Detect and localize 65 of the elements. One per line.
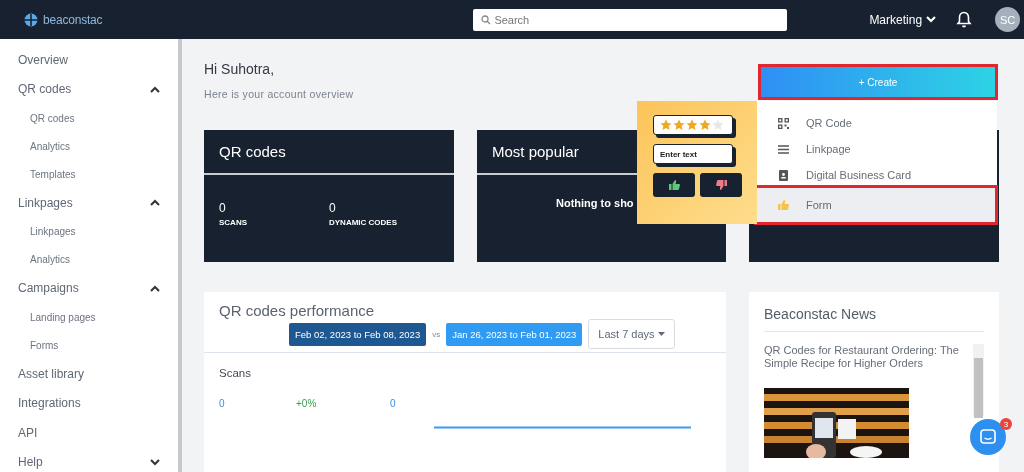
chevron-down-icon[interactable] [150,458,160,466]
empty-message: Nothing to sho [556,197,634,209]
sidebar-item[interactable]: QR codes [18,82,72,97]
sidebar-item[interactable]: Linkpages [18,195,73,210]
caret-icon [657,332,665,336]
greeting-title: Hi Suhotra, [204,61,276,77]
stat-label: SCANS [219,218,248,227]
star-icon [686,119,698,131]
logo-text: beaconstac [43,12,103,27]
card-title: Beaconstac News [764,306,984,332]
chevron-up-icon[interactable] [150,85,160,93]
date-range-chip[interactable]: Jan 26, 2023 to Feb 01, 2023 [446,322,583,346]
thumbs-down-icon [715,180,727,190]
metric-title: Scans [219,367,252,379]
stat-value: 0 [329,201,337,215]
date-range-chip[interactable]: Feb 02, 2023 to Feb 08, 2023 [289,322,427,346]
sidebar-subitem[interactable]: Landing pages [18,303,178,331]
greeting-subtitle: Here is your account overview [204,88,355,100]
menu-item[interactable]: Digital Business Card [757,162,995,188]
chevron-up-icon[interactable] [150,199,160,207]
sidebar-item[interactable]: Help [18,455,43,470]
text-field-preview: Enter text [653,144,733,164]
logo-icon [22,12,40,27]
notification-bell-icon[interactable] [956,11,973,28]
sidebar-subitem[interactable]: QR codes [18,104,178,132]
thumbs-up-icon [778,200,789,210]
sidebar-item[interactable]: Campaigns [18,281,79,296]
news-article-link[interactable]: QR Codes for Restaurant Ordering: The Simple Recipe for Higher Orders [764,344,973,371]
menu-lines-icon [778,144,789,154]
sidebar-subitem[interactable]: Analytics [18,245,178,274]
id-card-icon [778,169,789,181]
menu-item[interactable]: Form [757,188,995,222]
star-icon [660,119,672,131]
stat-value: 0 [219,201,227,215]
sidebar-subitem[interactable]: Templates [18,160,178,188]
search-icon [481,14,492,25]
card-title: QR codes performance [219,302,376,319]
chat-icon [980,429,996,445]
workspace-dropdown[interactable]: Marketing [869,12,937,27]
sidebar-subitem[interactable]: Analytics [18,132,178,160]
sidebar-item[interactable]: Integrations [18,396,81,411]
change-value: +0% [296,398,318,409]
thumbs-up-icon [668,180,680,190]
sidebar-item[interactable]: Asset library [18,366,85,381]
sidebar-subitem[interactable]: Linkpages [18,217,178,246]
qr-code-icon [778,117,789,129]
previous-value: 0 [390,398,397,409]
sidebar-item[interactable]: API [18,425,38,440]
star-icon [673,119,685,131]
period-dropdown[interactable]: Last 7 days [588,319,675,349]
notification-badge: 3 [1000,418,1012,430]
sidebar-item[interactable]: Overview [18,52,68,67]
chevron-up-icon[interactable] [150,284,160,292]
star-icon [712,119,724,131]
sidebar-subitem[interactable]: Forms [18,331,178,359]
stat-label: DYNAMIC CODES [329,218,398,227]
menu-item[interactable]: Linkpage [757,136,995,162]
current-value: 0 [219,398,226,409]
card-title: QR codes [204,130,454,175]
search-field[interactable]: Search [473,8,788,31]
star-icon [699,119,711,131]
scrollbar[interactable] [973,344,984,416]
vs-label: vs [432,329,441,339]
menu-item[interactable]: QR Code [757,110,995,136]
chevron-down-icon [926,16,937,23]
